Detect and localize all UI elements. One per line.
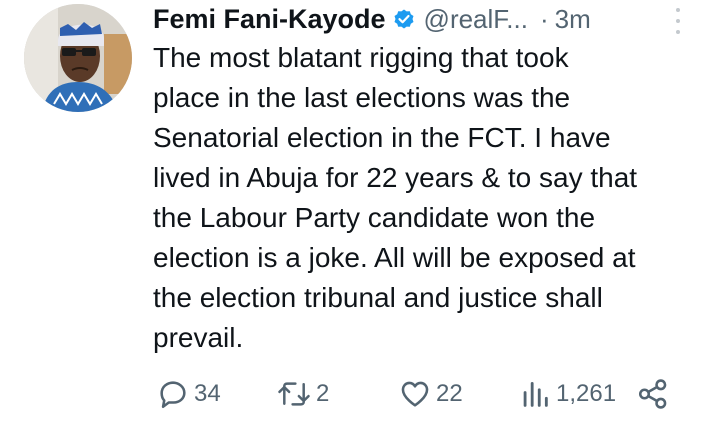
tweet-text-line: Senatorial election in the FCT. I have <box>153 122 611 153</box>
tweet-text-line: the election tribunal and justice shall <box>153 282 603 313</box>
share-button[interactable] <box>636 374 670 414</box>
retweet-count: 2 <box>316 380 330 407</box>
views-button[interactable]: 1,261 <box>518 374 616 414</box>
tweet-text-line: The most blatant rigging that took <box>153 42 569 73</box>
tweet-timestamp[interactable]: 3m <box>555 4 591 35</box>
tweet-card: Femi Fani-Kayode @realF... · 3m The most… <box>0 0 720 424</box>
author-handle[interactable]: @realF... <box>424 4 528 35</box>
reply-button[interactable]: 34 <box>156 374 221 414</box>
tweet-text: The most blatant rigging that took place… <box>153 38 709 358</box>
verified-badge-icon <box>392 7 416 31</box>
like-button[interactable]: 22 <box>398 374 463 414</box>
tweet-text-line: place in the last elections was the <box>153 82 571 113</box>
reply-icon <box>160 381 186 409</box>
tweet-text-line: prevail. <box>153 322 244 353</box>
avatar-image <box>24 4 132 112</box>
views-chart-icon <box>523 381 548 407</box>
like-count: 22 <box>436 380 463 407</box>
more-options-icon[interactable] <box>670 6 686 36</box>
avatar[interactable] <box>24 4 132 112</box>
tweet-text-line: lived in Abuja for 22 years & to say tha… <box>153 162 638 193</box>
tweet-text-line: the Labour Party candidate won the <box>153 202 596 233</box>
tweet-text-line: election is a joke. All will be exposed … <box>153 242 636 273</box>
view-count: 1,261 <box>556 380 617 407</box>
author-display-name[interactable]: Femi Fani-Kayode <box>153 4 386 35</box>
retweet-button[interactable]: 2 <box>276 374 329 414</box>
tweet-header: Femi Fani-Kayode @realF... · 3m <box>153 2 690 36</box>
heart-icon <box>401 381 429 407</box>
reply-count: 34 <box>194 380 221 407</box>
retweet-icon <box>278 382 310 406</box>
separator-dot: · <box>539 3 549 34</box>
share-icon <box>638 379 667 409</box>
tweet-actions-bar: 34 2 22 1,261 <box>0 374 720 414</box>
